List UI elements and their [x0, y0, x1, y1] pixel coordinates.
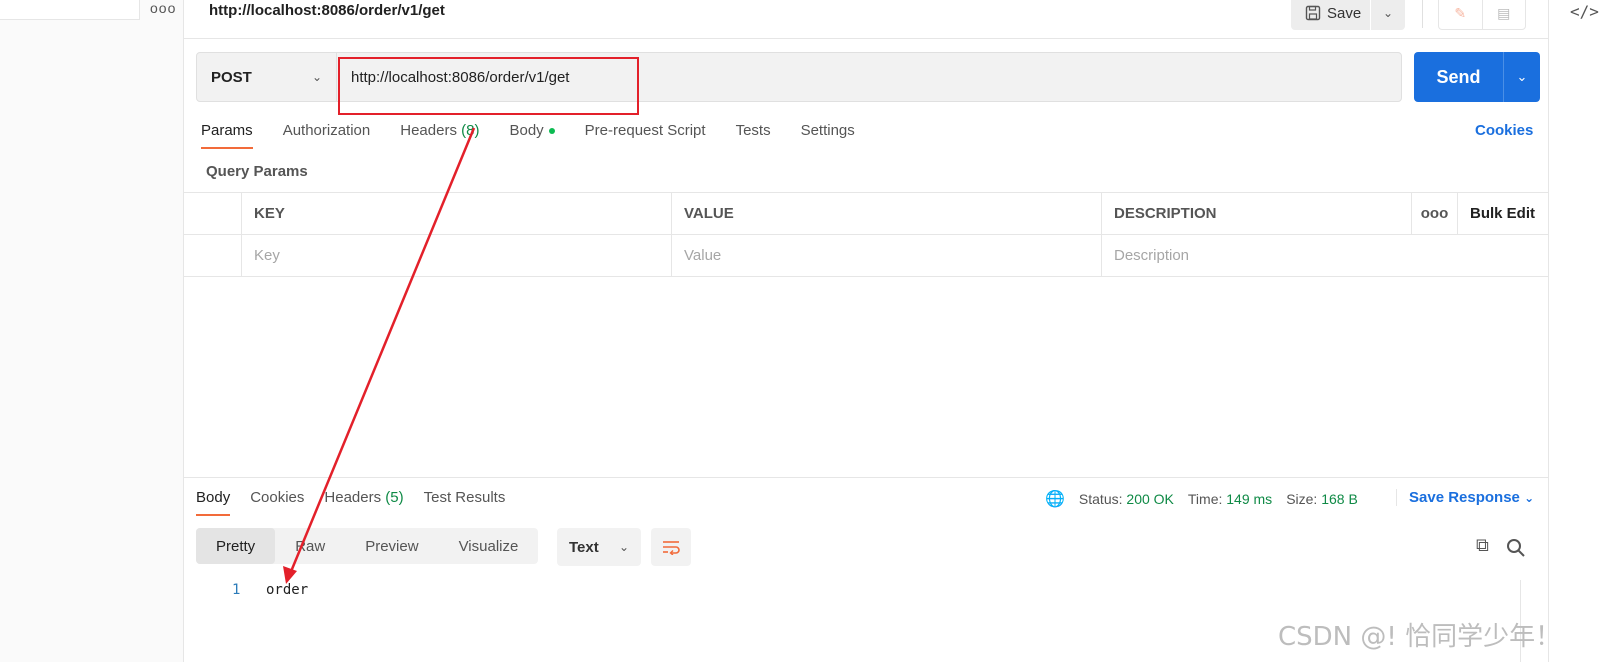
- tab-label: Body: [509, 122, 544, 139]
- status-dot-icon: [548, 128, 555, 135]
- description-input[interactable]: Description: [1101, 235, 1411, 276]
- globe-icon[interactable]: 🌐: [1045, 489, 1065, 509]
- sidebar-pane: ooo: [0, 0, 184, 662]
- annotation-highlight-box: [338, 57, 639, 115]
- chevron-down-icon[interactable]: ⌄: [1504, 52, 1540, 102]
- tab-test-results[interactable]: Test Results: [424, 489, 506, 516]
- tab-label: Body: [196, 489, 231, 506]
- value-input[interactable]: Value: [671, 235, 1101, 276]
- tab-label: Headers: [400, 122, 457, 139]
- view-preview[interactable]: Preview: [345, 528, 438, 564]
- request-title[interactable]: http://localhost:8086/order/v1/get: [209, 2, 445, 19]
- view-pretty[interactable]: Pretty: [196, 528, 276, 564]
- tab-label: Settings: [800, 122, 855, 139]
- watermark: CSDN @! 恰同学少年！: [1278, 622, 1562, 652]
- tab-response-cookies[interactable]: Cookies: [250, 489, 304, 516]
- search-icon[interactable]: [1506, 538, 1526, 558]
- response-divider: [184, 477, 1548, 478]
- tab-params[interactable]: Params: [201, 122, 253, 149]
- method-label: POST: [211, 68, 252, 86]
- save-response-button[interactable]: Save Response ⌄: [1396, 489, 1534, 506]
- chevron-down-icon[interactable]: ⌄: [1371, 6, 1405, 20]
- save-icon: [1305, 5, 1321, 21]
- view-mode-segment: Pretty Raw Preview Visualize: [196, 528, 539, 564]
- tab-pre-request-script[interactable]: Pre-request Script: [585, 122, 706, 149]
- response-tabs: Body Cookies Headers (5) Test Results: [196, 489, 525, 516]
- size-info[interactable]: Size: 168 B: [1286, 491, 1358, 507]
- format-label: Text: [569, 538, 599, 556]
- key-input[interactable]: Key: [241, 235, 671, 276]
- table-row: Key Value Description: [184, 235, 1548, 277]
- tab-label: Test Results: [423, 489, 506, 506]
- more-options-icon[interactable]: ooo: [1411, 193, 1457, 234]
- tab-response-body[interactable]: Body: [196, 489, 231, 516]
- code-snippet-icon[interactable]: </>: [1570, 2, 1599, 21]
- time-value: 149 ms: [1226, 491, 1273, 507]
- tab-body[interactable]: Body: [509, 122, 555, 149]
- header-divider: [1422, 0, 1423, 28]
- header-divider-line: [184, 38, 1548, 39]
- time-label: Time:: [1187, 491, 1223, 507]
- chevron-down-icon: ⌄: [618, 540, 629, 554]
- bulk-edit-button[interactable]: Bulk Edit: [1457, 193, 1548, 234]
- edit-comment-group: ✎ ▤: [1438, 0, 1526, 30]
- format-select[interactable]: Text ⌄: [557, 528, 641, 566]
- request-tabs: Params Authorization Headers (8) Body Pr…: [201, 122, 885, 149]
- tab-label: Authorization: [282, 122, 371, 139]
- sidebar-top-row: [0, 0, 140, 20]
- status-label: Status:: [1078, 491, 1123, 507]
- save-button-group[interactable]: Save ⌄: [1291, 0, 1405, 30]
- column-header-key: KEY: [241, 193, 671, 234]
- right-sidebar: [1548, 0, 1610, 662]
- line-number: 1: [232, 582, 241, 598]
- pencil-icon[interactable]: ✎: [1439, 0, 1482, 29]
- headers-count: (8): [461, 122, 480, 139]
- tab-headers[interactable]: Headers (8): [400, 122, 479, 149]
- tab-authorization[interactable]: Authorization: [283, 122, 371, 149]
- time-info[interactable]: Time: 149 ms: [1188, 491, 1272, 507]
- size-label: Size:: [1286, 491, 1318, 507]
- wrap-lines-button[interactable]: [651, 528, 691, 566]
- table-header-row: KEY VALUE DESCRIPTION ooo Bulk Edit: [184, 193, 1548, 235]
- tab-settings[interactable]: Settings: [801, 122, 855, 149]
- status-info[interactable]: Status: 200 OK: [1079, 491, 1174, 507]
- cookies-link[interactable]: Cookies: [1475, 122, 1533, 139]
- column-header-description: DESCRIPTION: [1101, 193, 1411, 234]
- send-button[interactable]: Send: [1414, 52, 1504, 102]
- tab-label: Pre-request Script: [584, 122, 706, 139]
- more-options-icon[interactable]: ooo: [150, 0, 176, 16]
- postman-window: ooo </> http://localhost:8086/order/v1/g…: [0, 0, 1610, 662]
- save-label: Save: [1327, 4, 1362, 22]
- copy-icon[interactable]: ⧉: [1476, 535, 1489, 556]
- tab-label: Params: [201, 122, 253, 139]
- comment-icon[interactable]: ▤: [1481, 0, 1526, 29]
- tab-label: Headers: [324, 489, 382, 506]
- response-meta: 🌐 Status: 200 OK Time: 149 ms Size: 168 …: [1045, 489, 1372, 509]
- chevron-down-icon: ⌄: [311, 70, 322, 84]
- method-select[interactable]: POST ⌄: [197, 53, 337, 101]
- tab-tests[interactable]: Tests: [736, 122, 771, 149]
- view-visualize[interactable]: Visualize: [439, 528, 539, 564]
- save-response-label: Save Response: [1409, 489, 1520, 506]
- query-params-table: KEY VALUE DESCRIPTION ooo Bulk Edit Key …: [184, 192, 1548, 277]
- tab-label: Tests: [735, 122, 771, 139]
- tab-response-headers[interactable]: Headers (5): [324, 489, 403, 516]
- status-value: 200 OK: [1126, 491, 1174, 507]
- chevron-down-icon: ⌄: [1524, 491, 1535, 505]
- save-button[interactable]: Save: [1291, 0, 1371, 30]
- column-header-value: VALUE: [671, 193, 1101, 234]
- wrap-icon: [663, 541, 680, 555]
- view-raw[interactable]: Raw: [275, 528, 345, 564]
- response-body-text[interactable]: order: [266, 582, 308, 598]
- size-value: 168 B: [1321, 491, 1358, 507]
- query-params-heading: Query Params: [206, 163, 308, 180]
- headers-count: (5): [385, 489, 404, 506]
- send-button-group[interactable]: Send ⌄: [1414, 52, 1540, 102]
- tab-label: Cookies: [250, 489, 305, 506]
